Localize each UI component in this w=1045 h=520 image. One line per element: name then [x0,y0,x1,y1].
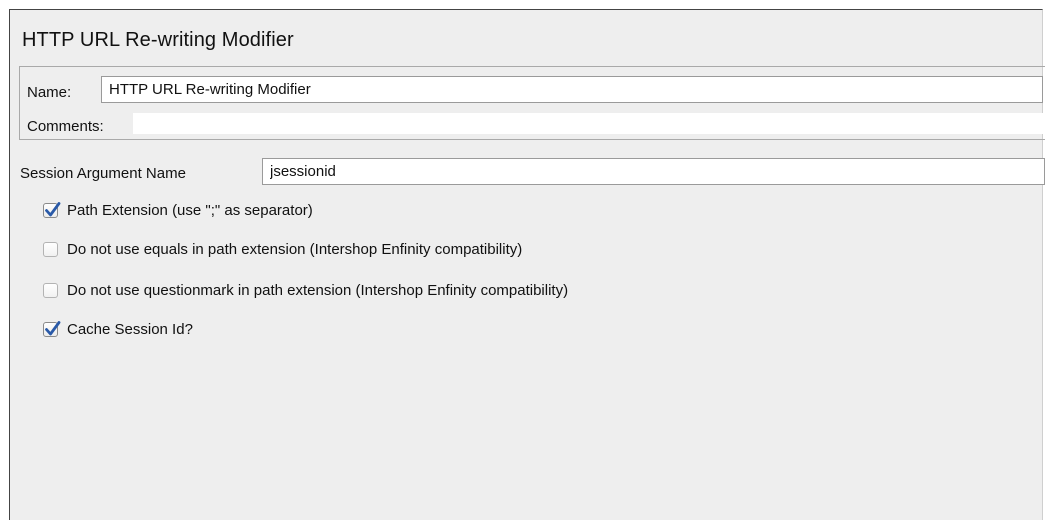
no-questionmark-label: Do not use questionmark in path extensio… [67,281,569,299]
panel-title: HTTP URL Re-writing Modifier [22,29,294,51]
session-argument-label: Session Argument Name [20,165,186,182]
name-input[interactable] [101,76,1043,103]
checkmark-icon [45,201,61,216]
modifier-panel: HTTP URL Re-writing Modifier Name: Comme… [9,9,1045,520]
path-extension-label: Path Extension (use ";" as separator) [67,201,313,219]
path-extension-option[interactable]: Path Extension (use ";" as separator) [43,200,313,220]
no-questionmark-option[interactable]: Do not use questionmark in path extensio… [43,280,568,300]
no-equals-option[interactable]: Do not use equals in path extension (Int… [43,239,522,259]
checkmark-icon [45,320,61,335]
name-comments-group: Name: Comments: [19,66,1045,140]
cache-session-id-checkbox[interactable] [43,320,61,337]
path-extension-checkbox[interactable] [43,201,61,218]
cache-session-id-option[interactable]: Cache Session Id? [43,319,193,339]
comments-label: Comments: [27,118,104,135]
no-equals-checkbox[interactable] [43,241,58,257]
name-label: Name: [27,84,72,101]
session-argument-input[interactable] [262,158,1045,185]
comments-input[interactable] [133,113,1045,134]
cache-session-id-label: Cache Session Id? [67,320,193,338]
no-questionmark-checkbox[interactable] [43,282,58,298]
no-equals-label: Do not use equals in path extension (Int… [67,240,523,258]
